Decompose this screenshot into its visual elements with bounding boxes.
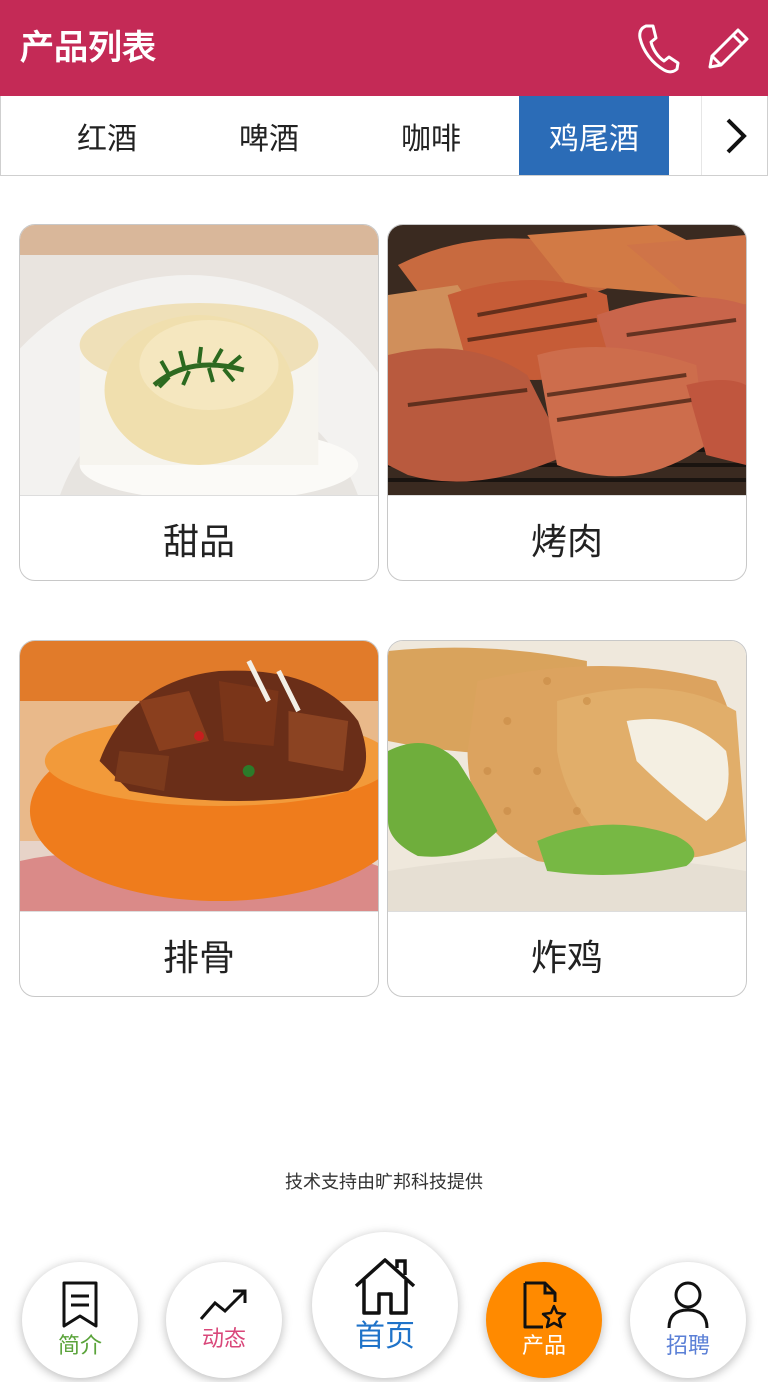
app-header: 产品列表 [0, 0, 768, 96]
nav-label: 首页 [355, 1319, 415, 1354]
nav-label: 招聘 [665, 1334, 710, 1359]
chevron-right-icon [726, 118, 747, 153]
nav-label: 简介 [57, 1334, 102, 1359]
product-card-fried-chicken[interactable]: 炸鸡 [387, 640, 747, 997]
tab-cocktail[interactable]: 鸡尾酒 [519, 96, 669, 175]
product-card-ribs[interactable]: 排骨 [19, 640, 379, 997]
nav-jobs[interactable]: 招聘 [630, 1262, 746, 1378]
tabs-next-button[interactable] [701, 96, 768, 175]
nav-label: 产品 [521, 1334, 566, 1359]
bbq-image [388, 225, 746, 495]
home-icon [354, 1258, 416, 1315]
pencil-icon [708, 28, 749, 69]
nav-intro[interactable]: 简介 [22, 1262, 138, 1378]
product-label: 排骨 [20, 911, 378, 996]
page-title: 产品列表 [20, 28, 156, 68]
phone-button[interactable] [628, 18, 688, 78]
nav-products[interactable]: 产品 [486, 1262, 602, 1378]
fried-chicken-image [388, 641, 746, 911]
phone-icon [638, 24, 680, 74]
tab-beer[interactable]: 啤酒 [188, 96, 350, 175]
category-tabs: 红酒 啤酒 咖啡 鸡尾酒 [0, 96, 768, 176]
product-card-bbq[interactable]: 烤肉 [387, 224, 747, 581]
product-label: 炸鸡 [388, 911, 746, 996]
product-label: 烤肉 [388, 495, 746, 580]
edit-button[interactable] [696, 18, 756, 78]
bookmark-icon [62, 1281, 98, 1328]
product-label: 甜品 [20, 495, 378, 580]
tech-support-note: 技术支持由旷邦科技提供 [285, 1172, 483, 1193]
document-star-icon [523, 1281, 567, 1329]
nav-news[interactable]: 动态 [166, 1262, 282, 1378]
trend-up-icon [199, 1289, 247, 1320]
product-card-dessert[interactable]: 甜品 [19, 224, 379, 581]
tab-coffee[interactable]: 咖啡 [350, 96, 512, 175]
nav-label: 动态 [201, 1327, 246, 1352]
ribs-image [20, 641, 378, 911]
tab-red-wine[interactable]: 红酒 [26, 96, 188, 175]
dessert-image [20, 225, 378, 495]
user-icon [667, 1281, 709, 1329]
nav-home[interactable]: 首页 [312, 1232, 458, 1378]
